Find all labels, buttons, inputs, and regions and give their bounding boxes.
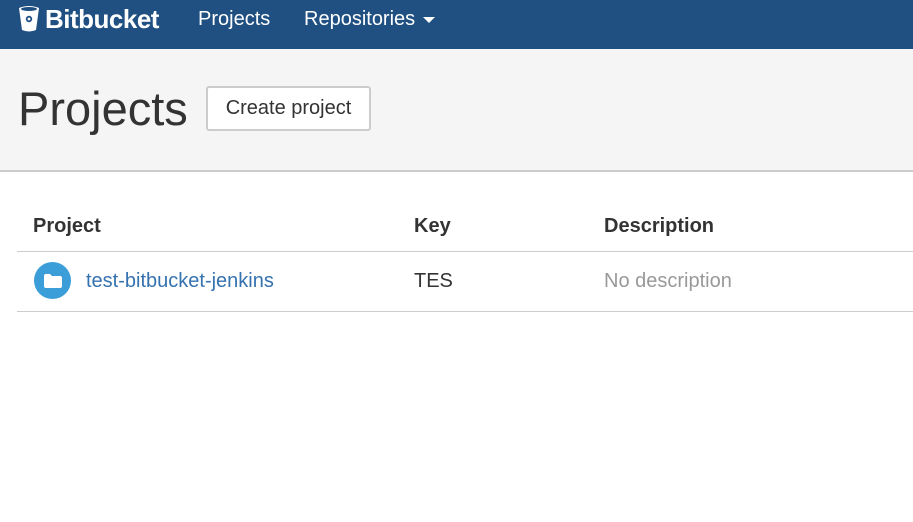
column-header-key: Key [414,215,451,237]
project-description: No description [604,270,732,292]
column-header-project: Project [33,215,101,237]
bitbucket-logo[interactable]: Bitbucket [17,4,159,34]
page-title: Projects [18,82,188,135]
column-header-description: Description [604,215,715,237]
projects-table: Project Key Description test-bitbucket-j… [17,203,913,312]
project-key: TES [414,270,453,292]
chevron-down-icon [423,17,436,23]
create-project-button[interactable]: Create project [206,86,371,131]
page-header: Projects Create project [0,49,913,172]
brand-name: Bitbucket [45,3,159,34]
nav-repositories-label: Repositories [304,8,416,30]
top-navigation-bar: Bitbucket Projects Repositories [0,0,913,49]
folder-icon [43,273,62,288]
project-name-link[interactable]: test-bitbucket-jenkins [86,269,274,293]
table-header-row: Project Key Description [17,203,913,252]
bitbucket-bucket-icon [19,6,39,32]
nav-repositories-dropdown[interactable]: Repositories [304,7,436,31]
table-row: test-bitbucket-jenkins TES No descriptio… [17,252,913,312]
project-avatar[interactable] [34,262,71,299]
nav-projects-link[interactable]: Projects [198,7,270,31]
